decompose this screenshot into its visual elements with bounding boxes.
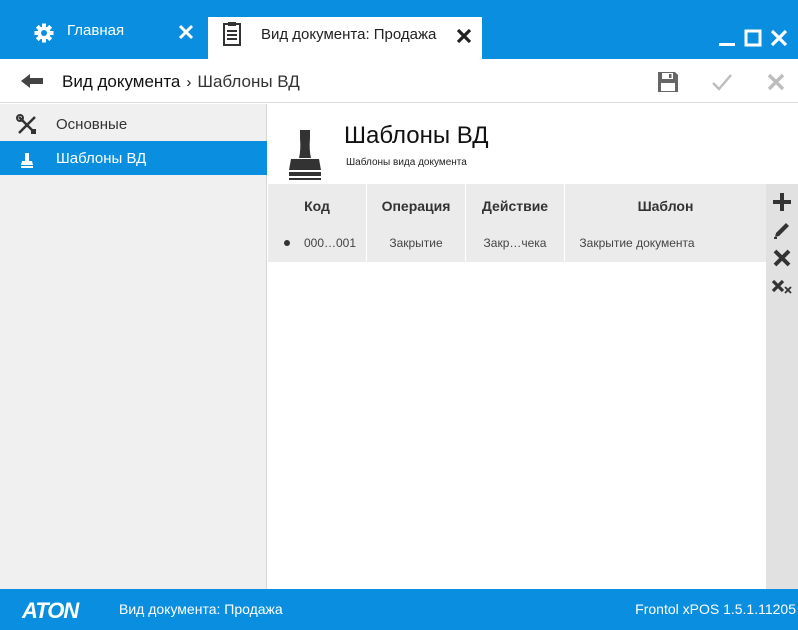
tab-home-close-icon[interactable] — [177, 23, 195, 41]
maximize-icon[interactable] — [742, 26, 764, 50]
row-actions-panel — [766, 184, 798, 589]
stamp-icon — [16, 148, 38, 170]
breadcrumb-current: Шаблоны ВД — [197, 72, 300, 91]
tab-home-label: Главная — [67, 22, 125, 39]
page-subtitle: Шаблоны вида документа — [346, 157, 467, 168]
column-divider — [366, 184, 367, 262]
status-document: Вид документа: Продажа — [119, 601, 283, 617]
tab-document-close-icon[interactable] — [456, 28, 472, 44]
page-header: Шаблоны ВД Шаблоны вида документа — [268, 104, 798, 184]
column-header-template[interactable]: Шаблон — [565, 198, 766, 214]
save-icon[interactable] — [654, 69, 682, 95]
cell-template: Закрытие документа — [579, 236, 695, 250]
cell-action: Закр…чека — [483, 236, 547, 250]
sidebar-item-main-label: Основные — [56, 116, 128, 133]
breadcrumb-bar: Вид документа › Шаблоны ВД — [0, 59, 798, 103]
cell-code: 000…001 — [303, 236, 357, 250]
check-icon[interactable] — [708, 69, 736, 95]
status-bar: ATON Вид документа: Продажа Frontol xPOS… — [0, 589, 798, 630]
row-marker — [284, 240, 290, 246]
add-icon[interactable] — [770, 190, 794, 214]
sidebar: Основные Шаблоны ВД — [0, 104, 267, 589]
column-divider — [564, 184, 565, 262]
title-bar: Главная Вид документа: Продажа — [0, 0, 798, 59]
breadcrumb: Вид документа › Шаблоны ВД — [62, 72, 300, 92]
window-controls — [716, 26, 790, 50]
minimize-icon[interactable] — [716, 26, 738, 50]
breadcrumb-separator: › — [186, 73, 192, 91]
cell-operation: Закрытие — [389, 236, 443, 250]
breadcrumb-parent[interactable]: Вид документа — [62, 72, 180, 92]
gear-icon — [34, 23, 54, 43]
column-header-operation[interactable]: Операция — [367, 198, 465, 214]
sidebar-item-main[interactable]: Основные — [0, 107, 267, 141]
status-version: Frontol xPOS 1.5.1.11205 — [635, 601, 796, 617]
sidebar-item-templates-label: Шаблоны ВД — [56, 150, 147, 167]
delete-icon[interactable] — [770, 246, 794, 270]
tab-document[interactable]: Вид документа: Продажа — [208, 17, 482, 59]
page-title: Шаблоны ВД — [344, 122, 489, 149]
column-header-code[interactable]: Код — [268, 198, 366, 214]
delete-all-icon[interactable] — [770, 274, 794, 298]
column-header-action[interactable]: Действие — [466, 198, 564, 214]
tab-home[interactable]: Главная — [14, 17, 206, 59]
window-close-icon[interactable] — [768, 26, 790, 50]
stamp-icon — [288, 128, 322, 182]
cancel-icon[interactable] — [762, 69, 790, 95]
tools-icon — [16, 114, 38, 136]
column-divider — [465, 184, 466, 262]
aton-logo: ATON — [22, 598, 79, 623]
sidebar-item-templates[interactable]: Шаблоны ВД — [0, 141, 267, 175]
edit-icon[interactable] — [770, 218, 794, 242]
back-arrow-icon[interactable] — [20, 71, 44, 91]
tab-document-label: Вид документа: Продажа — [261, 26, 437, 43]
table-header: Код Операция Действие Шаблон 000…001 Зак… — [268, 184, 766, 262]
document-icon — [222, 21, 242, 47]
templates-table: Код Операция Действие Шаблон 000…001 Зак… — [268, 184, 766, 589]
